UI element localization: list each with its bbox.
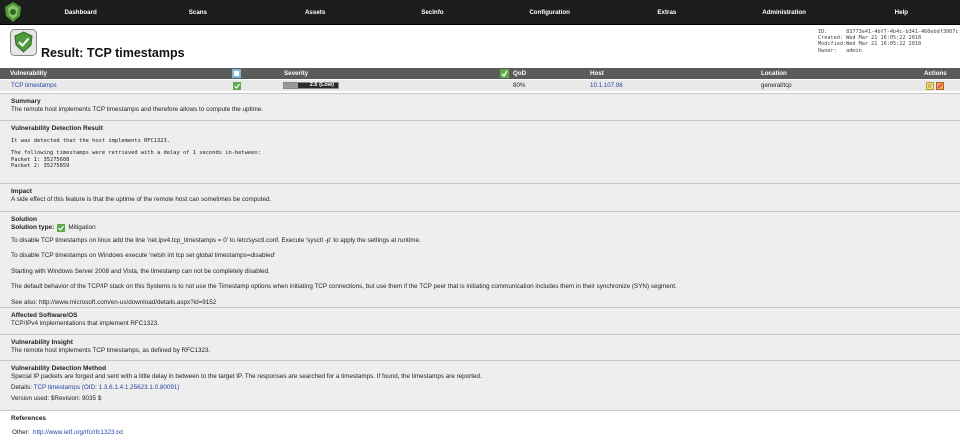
main-menu: Dashboard Scans Assets SecInfo Configura… [22, 0, 960, 25]
menu-secinfo[interactable]: SecInfo [374, 0, 491, 25]
details-label: Details: [11, 384, 32, 391]
detection-method-heading: Vulnerability Detection Method [11, 365, 107, 372]
severity-bar-fill [284, 83, 299, 88]
col-host[interactable]: Host [580, 68, 604, 79]
menu-assets[interactable]: Assets [257, 0, 374, 25]
detection-method-text: Special IP packets are forged and sent w… [11, 372, 482, 380]
solution-type-value: Mitigation [68, 224, 96, 231]
references-section: References Other: http://www.ietf.org/rf… [0, 410, 960, 443]
summary-heading: Summary [11, 98, 41, 105]
solution-section: Solution Solution type: Mitigation To di… [0, 211, 960, 307]
menu-dashboard[interactable]: Dashboard [22, 0, 139, 25]
version-text: Version used: $Revision: 9035 $ [11, 394, 102, 402]
affected-text: TCP/IPv4 implementations that implement … [11, 319, 160, 327]
solution-line: Starting with Windows Server 2008 and Vi… [11, 267, 270, 275]
col-qod[interactable]: QoD [503, 68, 526, 79]
mitigation-icon [57, 223, 66, 232]
severity-label: 2.6 (Low) [309, 82, 334, 88]
menu-help[interactable]: Help [843, 0, 960, 25]
insight-section: Vulnerability Insight The remote host im… [0, 334, 960, 360]
impact-section: Impact A side effect of this feature is … [0, 183, 960, 211]
references-heading: References [11, 415, 47, 422]
impact-heading: Impact [11, 188, 32, 195]
solution-line: The default behavior of the TCP/IP stack… [11, 283, 677, 290]
severity-bar: 2.6 (Low) [283, 82, 339, 89]
insight-heading: Vulnerability Insight [11, 339, 73, 346]
meta-owner: Owner: admin [818, 47, 862, 54]
menu-administration[interactable]: Administration [726, 0, 843, 25]
insight-text: The remote host implements TCP timestamp… [11, 346, 211, 354]
summary-section: Summary The remote host implements TCP t… [0, 93, 960, 120]
add-override-icon[interactable] [936, 82, 944, 90]
host-link[interactable]: 10.1.107.98 [590, 80, 623, 91]
table-row: TCP timestamps 2.6 (Low) 80% 10.1.107.98… [0, 80, 960, 91]
vulnerability-link[interactable]: TCP timestamps [11, 80, 57, 91]
details-row: Details: TCP timestamps (OID: 1.3.6.1.4.… [11, 384, 949, 392]
solution-heading: Solution [11, 216, 37, 223]
page-header: Result: TCP timestamps ID: 83773e41-4bf7… [0, 26, 960, 64]
detection-result-section: Vulnerability Detection Result It was de… [0, 120, 960, 183]
col-severity[interactable]: Severity [274, 68, 308, 79]
details-link[interactable]: TCP timestamps (OID: 1.3.6.1.4.1.25623.1… [34, 384, 180, 391]
solution-see-also: See also: http://www.microsoft.com/en-us… [11, 298, 217, 306]
menu-configuration[interactable]: Configuration [491, 0, 608, 25]
results-table-header: Vulnerability Severity QoD Host Location… [0, 68, 960, 79]
result-metadata: ID: 83773e41-4bf7-4b4c-b341-460ebdf3007c… [818, 29, 959, 54]
references-row: Other: http://www.ietf.org/rfc/rfc1323.t… [11, 429, 949, 437]
add-note-icon[interactable] [926, 82, 934, 90]
references-other-link[interactable]: http://www.ietf.org/rfc/rfc1323.txt [33, 429, 123, 436]
menu-scans[interactable]: Scans [139, 0, 256, 25]
mitigation-icon [233, 82, 241, 90]
solution-type-label: Solution type: [11, 223, 55, 231]
summary-text: The remote host implements TCP timestamp… [11, 105, 264, 113]
solution-line: To disable TCP timestamps on linux add t… [11, 236, 421, 244]
openvas-logo-icon[interactable] [3, 1, 23, 23]
result-shield-icon [10, 29, 37, 56]
detection-result-heading: Vulnerability Detection Result [11, 125, 103, 132]
detection-method-section: Vulnerability Detection Method Special I… [0, 360, 960, 410]
detection-result-line: Packet 2: 35275859 [11, 163, 70, 169]
col-actions: Actions [924, 70, 947, 77]
page-title: Result: TCP timestamps [41, 46, 185, 60]
solution-type-row: Solution type: Mitigation [11, 223, 949, 232]
col-vulnerability[interactable]: Vulnerability [0, 68, 47, 79]
solution-type-column-icon [232, 69, 241, 78]
top-navigation: Dashboard Scans Assets SecInfo Configura… [0, 0, 960, 25]
affected-heading: Affected Software/OS [11, 312, 78, 319]
impact-text: A side effect of this feature is that th… [11, 195, 272, 203]
solution-line: To disable TCP timestamps on Windows exe… [11, 252, 276, 259]
references-other-label: Other: [12, 428, 30, 436]
qod-value: 80% [513, 82, 526, 89]
menu-extras[interactable]: Extras [608, 0, 725, 25]
location-value: general/tcp [761, 82, 792, 89]
affected-section: Affected Software/OS TCP/IPv4 implementa… [0, 307, 960, 334]
col-location[interactable]: Location [751, 68, 787, 79]
